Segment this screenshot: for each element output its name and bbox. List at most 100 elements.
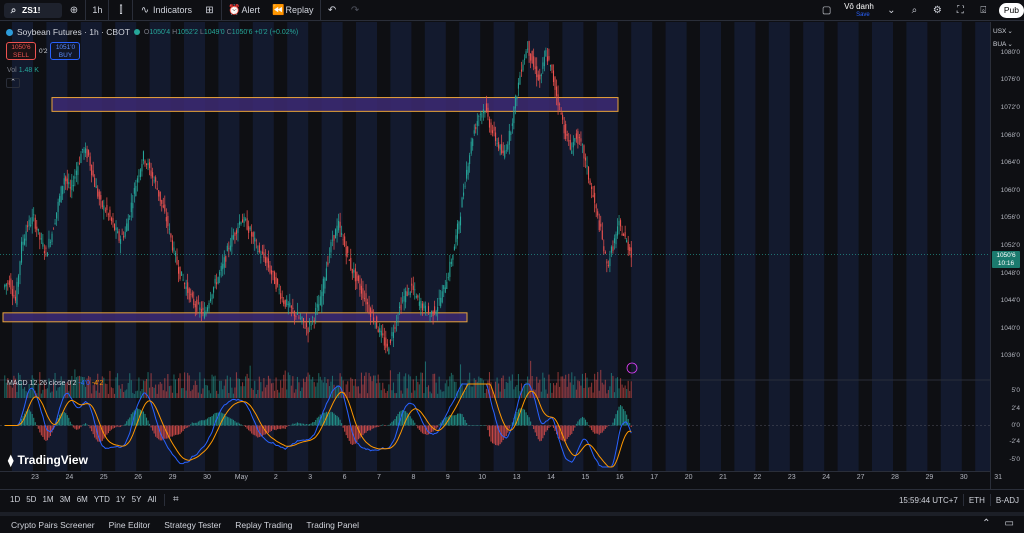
macd-histogram-bar <box>309 423 311 426</box>
macd-histogram-bar <box>88 425 90 426</box>
clock-timezone[interactable]: 15:59:44 UTC+7 <box>894 496 963 505</box>
adjustment-toggle[interactable]: B-ADJ <box>991 496 1024 505</box>
range-1m[interactable]: 1M <box>39 495 56 504</box>
time-label: 30 <box>203 474 211 481</box>
candle-body <box>318 304 320 311</box>
publish-button[interactable]: Pub <box>998 3 1024 18</box>
volume-bar <box>42 389 44 398</box>
macd-histogram-bar <box>493 425 495 444</box>
maximize-icon[interactable]: ▭ <box>1005 518 1014 529</box>
candle-body <box>565 123 567 139</box>
trade-buttons: 1050'6 SELL 0'2 1051'0 BUY <box>6 42 81 60</box>
candle-body <box>530 53 532 61</box>
macd-histogram-bar <box>211 416 213 426</box>
indicators-button[interactable]: ∿ Indicators <box>133 0 198 21</box>
session-band <box>940 22 962 471</box>
replay-button[interactable]: ⏪ Replay <box>266 0 321 21</box>
candle-body <box>353 270 355 273</box>
templates-button[interactable]: ⊞ <box>198 0 222 21</box>
currency-selector[interactable]: USX ⌄ <box>993 27 1013 36</box>
symbol-search[interactable]: ⌕ ZS1! <box>4 2 63 18</box>
range-ytd[interactable]: YTD <box>91 495 113 504</box>
volume-bar <box>254 380 256 398</box>
volume-bar <box>56 390 58 398</box>
macd-histogram-bar <box>206 418 209 426</box>
current-price: 1050'6 <box>996 252 1016 259</box>
replay-label: Replay <box>285 5 314 15</box>
date-range-icon[interactable]: ⌗ <box>170 494 181 505</box>
macd-histogram-bar <box>89 425 91 429</box>
layout-button[interactable]: ▢ <box>815 0 838 21</box>
buy-button[interactable]: 1051'0 BUY <box>50 42 81 60</box>
macd-histogram-bar <box>502 425 504 440</box>
settings-button[interactable]: ⚙ <box>926 0 949 21</box>
volume-bar <box>412 379 414 398</box>
price-chart[interactable] <box>0 22 990 471</box>
volume-bar <box>459 364 462 398</box>
session-toggle[interactable]: ETH <box>964 496 990 505</box>
macd-value: -4'0 <box>78 380 90 387</box>
candle-body <box>283 300 285 304</box>
range-5d[interactable]: 5D <box>23 495 39 504</box>
candle-body <box>174 253 177 256</box>
layout-name[interactable]: Vô danh Save <box>844 2 874 20</box>
tradingview-logo[interactable]: ⧫ TradingView <box>8 453 88 467</box>
range-all[interactable]: All <box>144 495 159 504</box>
volume-bar <box>389 370 391 398</box>
candle-body <box>109 209 111 218</box>
chart-type-button[interactable]: ⫿ <box>109 0 134 21</box>
candle-body <box>159 191 161 202</box>
alert-button[interactable]: ⏰ Alert <box>222 0 266 21</box>
volume-bar <box>120 388 122 398</box>
macd-histogram-bar <box>572 425 574 431</box>
candle-body <box>220 265 222 272</box>
legend-collapse-button[interactable]: ⌃ <box>6 78 20 88</box>
fullscreen-button[interactable]: ⛶ <box>949 0 972 21</box>
range-5y[interactable]: 5Y <box>129 495 145 504</box>
candle-body <box>409 292 411 296</box>
volume-bar <box>333 384 335 398</box>
add-symbol-button[interactable]: ⊕ <box>62 0 87 21</box>
candle-body <box>485 103 487 111</box>
candle-body <box>225 256 227 262</box>
macd-histogram-bar <box>243 425 245 427</box>
range-3m[interactable]: 3M <box>57 495 74 504</box>
undo-button[interactable]: ↶ <box>321 0 344 21</box>
low-value: 1049'0 <box>203 28 225 36</box>
candle-body <box>165 217 167 222</box>
chevron-up-icon[interactable]: ⌃ <box>982 518 990 529</box>
candle-body <box>237 227 239 233</box>
macd-histogram-bar <box>156 425 158 439</box>
range-6m[interactable]: 6M <box>74 495 91 504</box>
redo-button[interactable]: ↷ <box>344 0 367 21</box>
tab-trading-panel[interactable]: Trading Panel <box>299 520 366 530</box>
macd-histogram-bar <box>91 425 93 432</box>
interval-button[interactable]: 1h <box>86 0 110 21</box>
volume-bar <box>334 388 337 398</box>
macd-histogram-bar <box>43 425 45 440</box>
time-label: 30 <box>959 474 968 481</box>
tab-pine-editor[interactable]: Pine Editor <box>102 520 158 530</box>
candle-body <box>385 337 387 348</box>
time-label: 6 <box>342 474 347 481</box>
range-1y[interactable]: 1Y <box>113 495 129 504</box>
candle-body <box>484 111 486 114</box>
sell-button[interactable]: 1050'6 SELL <box>6 42 36 60</box>
snapshot-button[interactable]: ⌻ <box>972 0 995 21</box>
candle-body <box>208 303 210 309</box>
price-scale[interactable]: USX ⌄ BUA ⌄ 1080'0 1076'0 1072'0 1068'0 1064'0… <box>990 22 1024 490</box>
unit-selector[interactable]: BUA ⌄ <box>993 40 1013 49</box>
chart-pane[interactable]: Soybean Futures · 1h · CBOT O1050'4 H105… <box>0 22 990 471</box>
candle-body <box>88 150 90 156</box>
tab-crypto-pairs-screener[interactable]: Crypto Pairs Screener <box>0 520 102 530</box>
time-axis[interactable]: 23 24 25 26 29 30 May 2 3 6 7 8 9 10 13 14 15 16 17 20 21 22 2… <box>0 471 1002 485</box>
candle-body <box>418 301 420 306</box>
tab-replay-trading[interactable]: Replay Trading <box>228 520 299 530</box>
tab-strategy-tester[interactable]: Strategy Tester <box>157 520 228 530</box>
candle-body <box>251 231 253 237</box>
candle-body <box>600 223 602 227</box>
range-1d[interactable]: 1D <box>0 495 23 504</box>
layout-dropdown[interactable]: ⌄ <box>880 0 903 21</box>
spread-value: 0'2 <box>39 47 48 55</box>
quick-search-button[interactable]: ⌕ <box>903 0 926 21</box>
